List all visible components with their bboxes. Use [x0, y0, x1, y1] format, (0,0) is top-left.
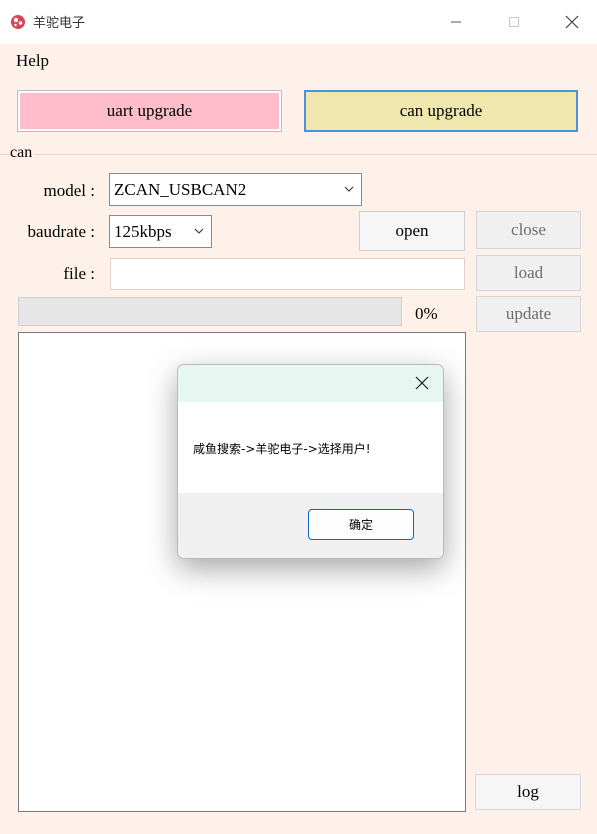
chevron-down-icon	[194, 228, 204, 234]
dialog-message: 咸鱼搜索->羊驼电子->选择用户!	[193, 442, 371, 456]
log-button[interactable]: log	[475, 774, 581, 810]
group-divider	[0, 154, 597, 155]
baudrate-label: baudrate :	[27, 222, 96, 241]
open-button[interactable]: open	[359, 211, 465, 251]
file-path-input[interactable]	[110, 258, 465, 290]
title-bar: 羊驼电子	[0, 0, 597, 45]
maximize-icon	[509, 17, 519, 27]
menu-bar: Help	[0, 44, 597, 74]
model-value: ZCAN_USBCAN2	[114, 179, 247, 199]
update-button[interactable]: update	[476, 296, 581, 332]
message-dialog: 咸鱼搜索->羊驼电子->选择用户! 确定	[177, 364, 444, 559]
baudrate-select[interactable]: 125kbps	[109, 215, 212, 248]
menu-help[interactable]: Help	[16, 51, 49, 71]
progress-bar	[18, 297, 402, 326]
model-select[interactable]: ZCAN_USBCAN2	[109, 173, 362, 206]
close-button[interactable]: close	[476, 211, 581, 249]
file-label: file :	[63, 264, 95, 283]
model-label: model :	[43, 181, 95, 200]
dialog-header	[178, 365, 443, 402]
dialog-close-icon[interactable]	[415, 376, 429, 390]
close-icon	[565, 15, 579, 29]
minimize-icon	[451, 21, 461, 23]
uart-upgrade-button[interactable]: uart upgrade	[17, 90, 282, 132]
can-upgrade-button[interactable]: can upgrade	[304, 90, 578, 132]
dialog-ok-button[interactable]: 确定	[308, 509, 414, 540]
group-label: can	[10, 144, 35, 162]
baudrate-value: 125kbps	[114, 221, 172, 241]
load-button[interactable]: load	[476, 255, 581, 291]
window-title: 羊驼电子	[33, 16, 86, 31]
minimize-button[interactable]	[436, 8, 476, 36]
close-window-button[interactable]	[552, 8, 592, 36]
app-logo-icon	[11, 15, 25, 29]
chevron-down-icon	[344, 186, 354, 192]
dialog-footer: 确定	[178, 493, 443, 558]
progress-percent: 0%	[415, 304, 438, 323]
maximize-button[interactable]	[494, 8, 534, 36]
